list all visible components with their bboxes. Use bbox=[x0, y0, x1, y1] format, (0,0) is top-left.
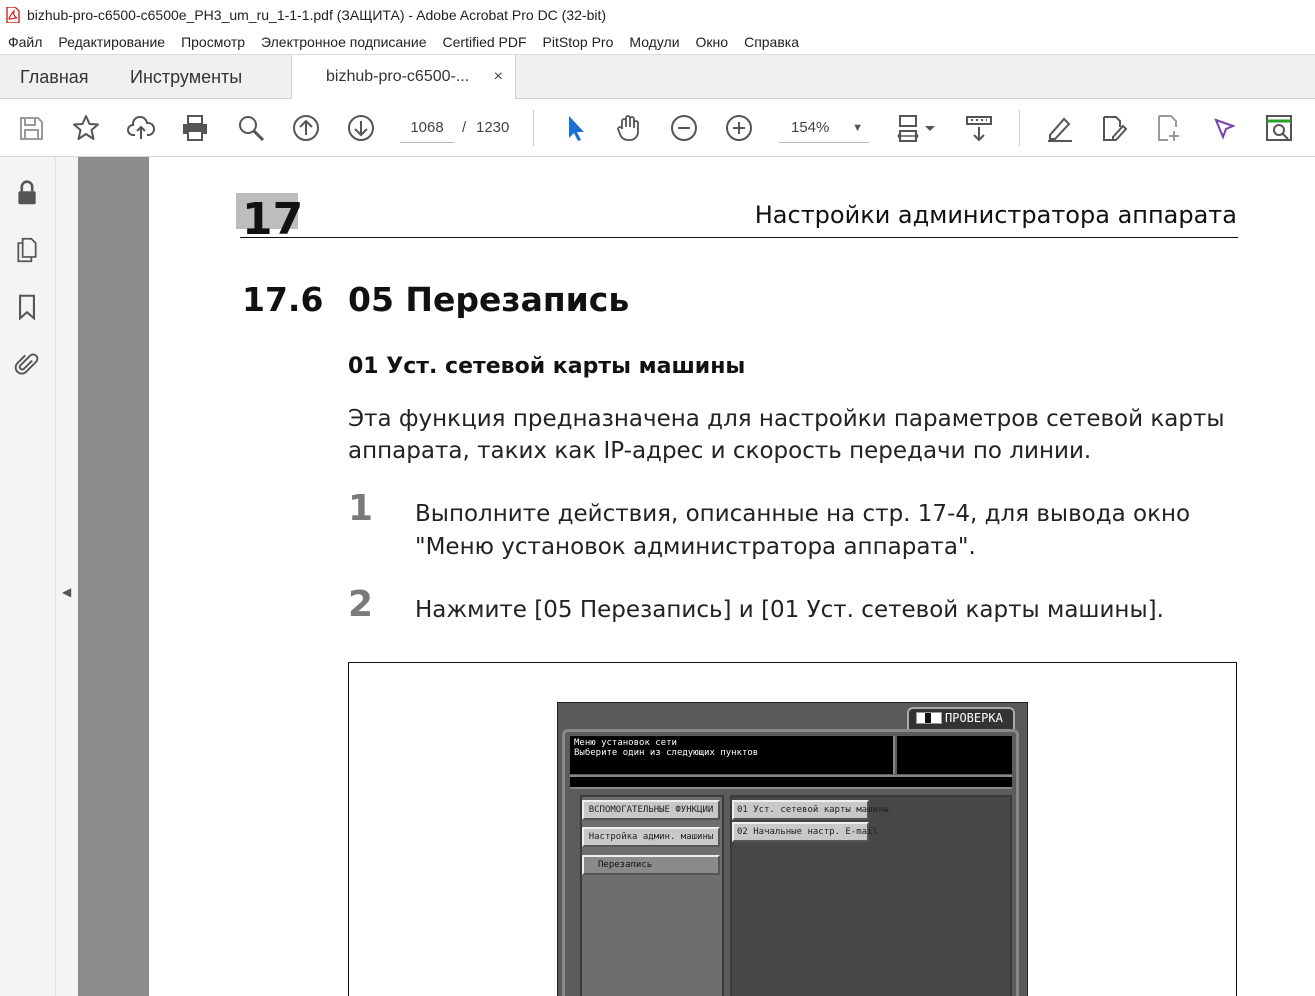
window-titlebar: bizhub-pro-c6500-c6500e_PH3_um_ru_1-1-1.… bbox=[0, 0, 1315, 30]
check-tab: ПРОВЕРКА bbox=[907, 707, 1015, 729]
zoom-chevron-down-icon: ▼ bbox=[852, 122, 863, 134]
menu-plugins[interactable]: Модули bbox=[621, 34, 687, 50]
step-text: Нажмите [05 Перезапись] и [01 Уст. сетев… bbox=[415, 597, 1164, 623]
close-tab-icon[interactable]: × bbox=[494, 55, 503, 99]
page-total: 1230 bbox=[476, 119, 510, 136]
screen-button-network-card: 01 Уст. сетевой карты машины bbox=[732, 800, 889, 820]
pdf-file-icon bbox=[6, 7, 20, 23]
toolbar-separator bbox=[533, 110, 534, 146]
zoom-value: 154% bbox=[791, 119, 830, 136]
export-page-icon[interactable] bbox=[1152, 111, 1186, 145]
nav-collapse-rail[interactable]: ◀ bbox=[56, 157, 78, 996]
status-indicator-icon bbox=[916, 712, 942, 724]
menu-certified-pdf[interactable]: Certified PDF bbox=[435, 34, 535, 50]
menu-view[interactable]: Просмотр bbox=[173, 34, 253, 50]
hand-tool-icon[interactable] bbox=[612, 111, 646, 145]
prev-page-icon[interactable] bbox=[289, 111, 323, 145]
search-document-icon[interactable] bbox=[1262, 111, 1296, 145]
menu-file[interactable]: Файл bbox=[0, 34, 50, 50]
cloud-upload-icon[interactable] bbox=[124, 111, 158, 145]
edit-sign-icon[interactable] bbox=[1097, 111, 1131, 145]
zoom-select[interactable]: 154% ▼ bbox=[779, 113, 869, 143]
menu-bar: Файл Редактирование Просмотр Электронное… bbox=[0, 30, 1315, 54]
intro-paragraph: Эта функция предназначена для настройки … bbox=[348, 406, 1225, 464]
menu-edit[interactable]: Редактирование bbox=[50, 34, 173, 50]
toolbar-separator-2 bbox=[1019, 110, 1020, 146]
tab-home[interactable]: Главная bbox=[20, 55, 89, 99]
page-separator: / bbox=[462, 119, 467, 136]
tab-document[interactable]: bizhub-pro-c6500-... × bbox=[291, 55, 516, 100]
check-tab-label: ПРОВЕРКА bbox=[945, 711, 1003, 725]
scroll-mode-icon[interactable] bbox=[962, 111, 996, 145]
tab-bar: Главная Инструменты bizhub-pro-c6500-...… bbox=[0, 54, 1315, 100]
pointer-tool-icon[interactable] bbox=[1207, 111, 1241, 145]
menu-e-sign[interactable]: Электронное подписание bbox=[253, 34, 435, 50]
screen-button-email-settings: 02 Начальные настр. E-mail bbox=[732, 822, 878, 842]
star-icon[interactable] bbox=[69, 111, 103, 145]
screen-left-panel bbox=[580, 795, 724, 996]
bookmark-icon[interactable] bbox=[12, 291, 42, 323]
screen-button-admin-setting: Настройка админ. машины bbox=[582, 827, 720, 847]
pages-thumbnail-icon[interactable] bbox=[12, 234, 42, 266]
screen-message-line2: Выберите один из следующих пунктов bbox=[574, 748, 759, 758]
zoom-in-icon[interactable] bbox=[722, 111, 756, 145]
window-title: bizhub-pro-c6500-c6500e_PH3_um_ru_1-1-1.… bbox=[27, 7, 607, 23]
attachment-icon[interactable] bbox=[12, 348, 42, 380]
chapter-title: Настройки администратора аппарата bbox=[754, 201, 1237, 229]
menu-window[interactable]: Окно bbox=[688, 34, 737, 50]
header-rule bbox=[240, 237, 1238, 238]
subsection-title: 01 Уст. сетевой карты машины bbox=[348, 354, 746, 379]
screen-button-utility: ВСПОМОГАТЕЛЬНЫЕ ФУНКЦИИ bbox=[582, 800, 720, 820]
page-number-input[interactable]: 1068 bbox=[400, 113, 454, 143]
screen-message-line1: Меню установок сети bbox=[574, 738, 677, 748]
highlight-pen-icon[interactable] bbox=[1042, 111, 1076, 145]
section-number: 17.6 bbox=[242, 280, 324, 319]
step-number: 2 bbox=[348, 584, 374, 625]
next-page-icon[interactable] bbox=[344, 111, 378, 145]
screen-message: Меню установок сети Выберите один из сле… bbox=[570, 736, 895, 774]
save-icon[interactable] bbox=[14, 111, 48, 145]
fit-dropdown-chevron-icon[interactable] bbox=[920, 111, 940, 145]
page-margin-bar bbox=[78, 157, 149, 996]
step-text: Выполните действия, описанные на стр. 17… bbox=[415, 501, 1191, 560]
toolbar bbox=[0, 99, 1315, 157]
zoom-out-icon[interactable] bbox=[667, 111, 701, 145]
step-number: 1 bbox=[348, 488, 374, 529]
left-navigation-pane bbox=[0, 157, 56, 996]
select-cursor-icon[interactable] bbox=[557, 111, 591, 145]
menu-pitstop-pro[interactable]: PitStop Pro bbox=[535, 34, 622, 50]
tab-tools[interactable]: Инструменты bbox=[130, 55, 242, 99]
control-panel-screenshot: ПРОВЕРКА Меню установок сети Выберите од… bbox=[557, 702, 1028, 996]
tab-document-label: bizhub-pro-c6500-... bbox=[326, 68, 470, 85]
screen-status-line bbox=[570, 775, 1012, 789]
screen-message-aux bbox=[897, 736, 1012, 774]
screen-button-rewrite: Перезапись bbox=[582, 855, 720, 875]
lock-icon[interactable] bbox=[12, 177, 42, 209]
zoom-search-icon[interactable] bbox=[234, 111, 268, 145]
section-title: 05 Перезапись bbox=[348, 280, 630, 319]
menu-help[interactable]: Справка bbox=[736, 34, 807, 50]
print-icon[interactable] bbox=[178, 111, 212, 145]
collapse-arrow-icon[interactable]: ◀ bbox=[62, 585, 71, 599]
